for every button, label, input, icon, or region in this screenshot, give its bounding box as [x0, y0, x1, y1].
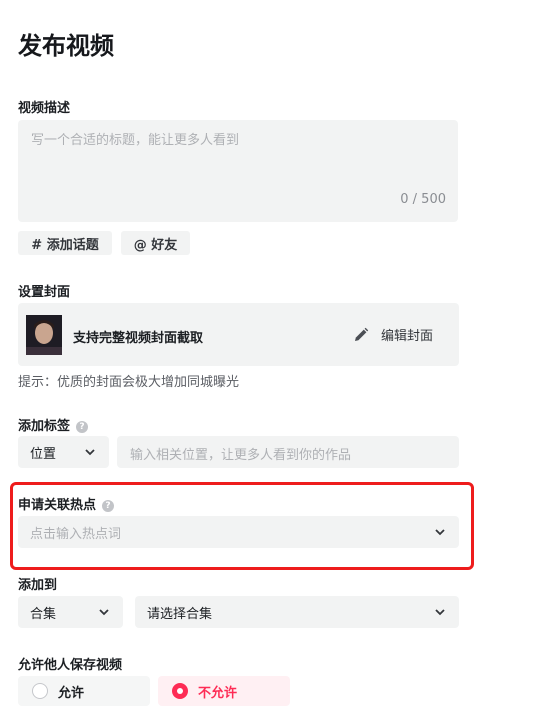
save-permission-label: 允许他人保存视频: [18, 658, 123, 673]
collection-select[interactable]: 请选择合集: [135, 596, 459, 628]
chevron-down-icon: [85, 449, 95, 456]
pencil-icon: [355, 327, 369, 341]
tag-location-placeholder: 输入相关位置，让更多人看到你的作品: [130, 448, 352, 463]
tag-type-select[interactable]: 位置: [18, 436, 109, 468]
help-icon[interactable]: ?: [76, 420, 89, 433]
cover-label: 设置封面: [18, 285, 71, 300]
description-placeholder: 写一个合适的标题，能让更多人看到: [31, 133, 240, 148]
description-textarea[interactable]: 写一个合适的标题，能让更多人看到 0 / 500: [18, 120, 458, 222]
radio-checked-icon: [172, 683, 188, 699]
radio-unchecked-icon: [32, 683, 48, 699]
collection-placeholder: 请选择合集: [147, 606, 213, 622]
page-title: 发布视频: [18, 32, 114, 60]
hotspot-select[interactable]: 点击输入热点词: [18, 516, 459, 548]
help-icon[interactable]: ?: [102, 499, 115, 512]
allow-save-radio[interactable]: 允许: [18, 676, 150, 706]
hotspot-label-row: 申请关联热点?: [18, 494, 115, 513]
allow-save-label: 允许: [58, 685, 85, 701]
description-label: 视频描述: [18, 101, 71, 116]
hotspot-label: 申请关联热点: [18, 498, 97, 513]
char-counter: 0 / 500: [400, 192, 446, 207]
edit-cover-label: 编辑封面: [381, 329, 434, 344]
deny-save-radio[interactable]: 不允许: [158, 676, 290, 706]
chevron-down-icon: [435, 609, 445, 616]
tags-label: 添加标签: [18, 419, 71, 434]
add-topic-button[interactable]: # 添加话题: [18, 231, 112, 255]
cover-info-text: 支持完整视频封面截取: [73, 331, 204, 346]
add-to-type-value: 合集: [30, 606, 57, 622]
chevron-down-icon: [435, 529, 445, 536]
tag-type-value: 位置: [30, 446, 57, 462]
add-to-type-select[interactable]: 合集: [18, 596, 123, 628]
hotspot-placeholder: 点击输入热点词: [30, 526, 122, 542]
mention-friend-button[interactable]: @ 好友: [121, 231, 190, 255]
tags-label-row: 添加标签?: [18, 415, 89, 434]
edit-cover-button[interactable]: 编辑封面: [353, 325, 433, 344]
add-to-label: 添加到: [18, 578, 58, 593]
cover-tip: 提示：优质的封面会极大增加同城曝光: [18, 375, 240, 390]
cover-panel: 支持完整视频封面截取 编辑封面: [18, 303, 459, 366]
cover-thumbnail[interactable]: [26, 315, 62, 355]
chevron-down-icon: [99, 609, 109, 616]
tag-location-input[interactable]: 输入相关位置，让更多人看到你的作品: [117, 436, 459, 468]
deny-save-label: 不允许: [198, 685, 238, 701]
